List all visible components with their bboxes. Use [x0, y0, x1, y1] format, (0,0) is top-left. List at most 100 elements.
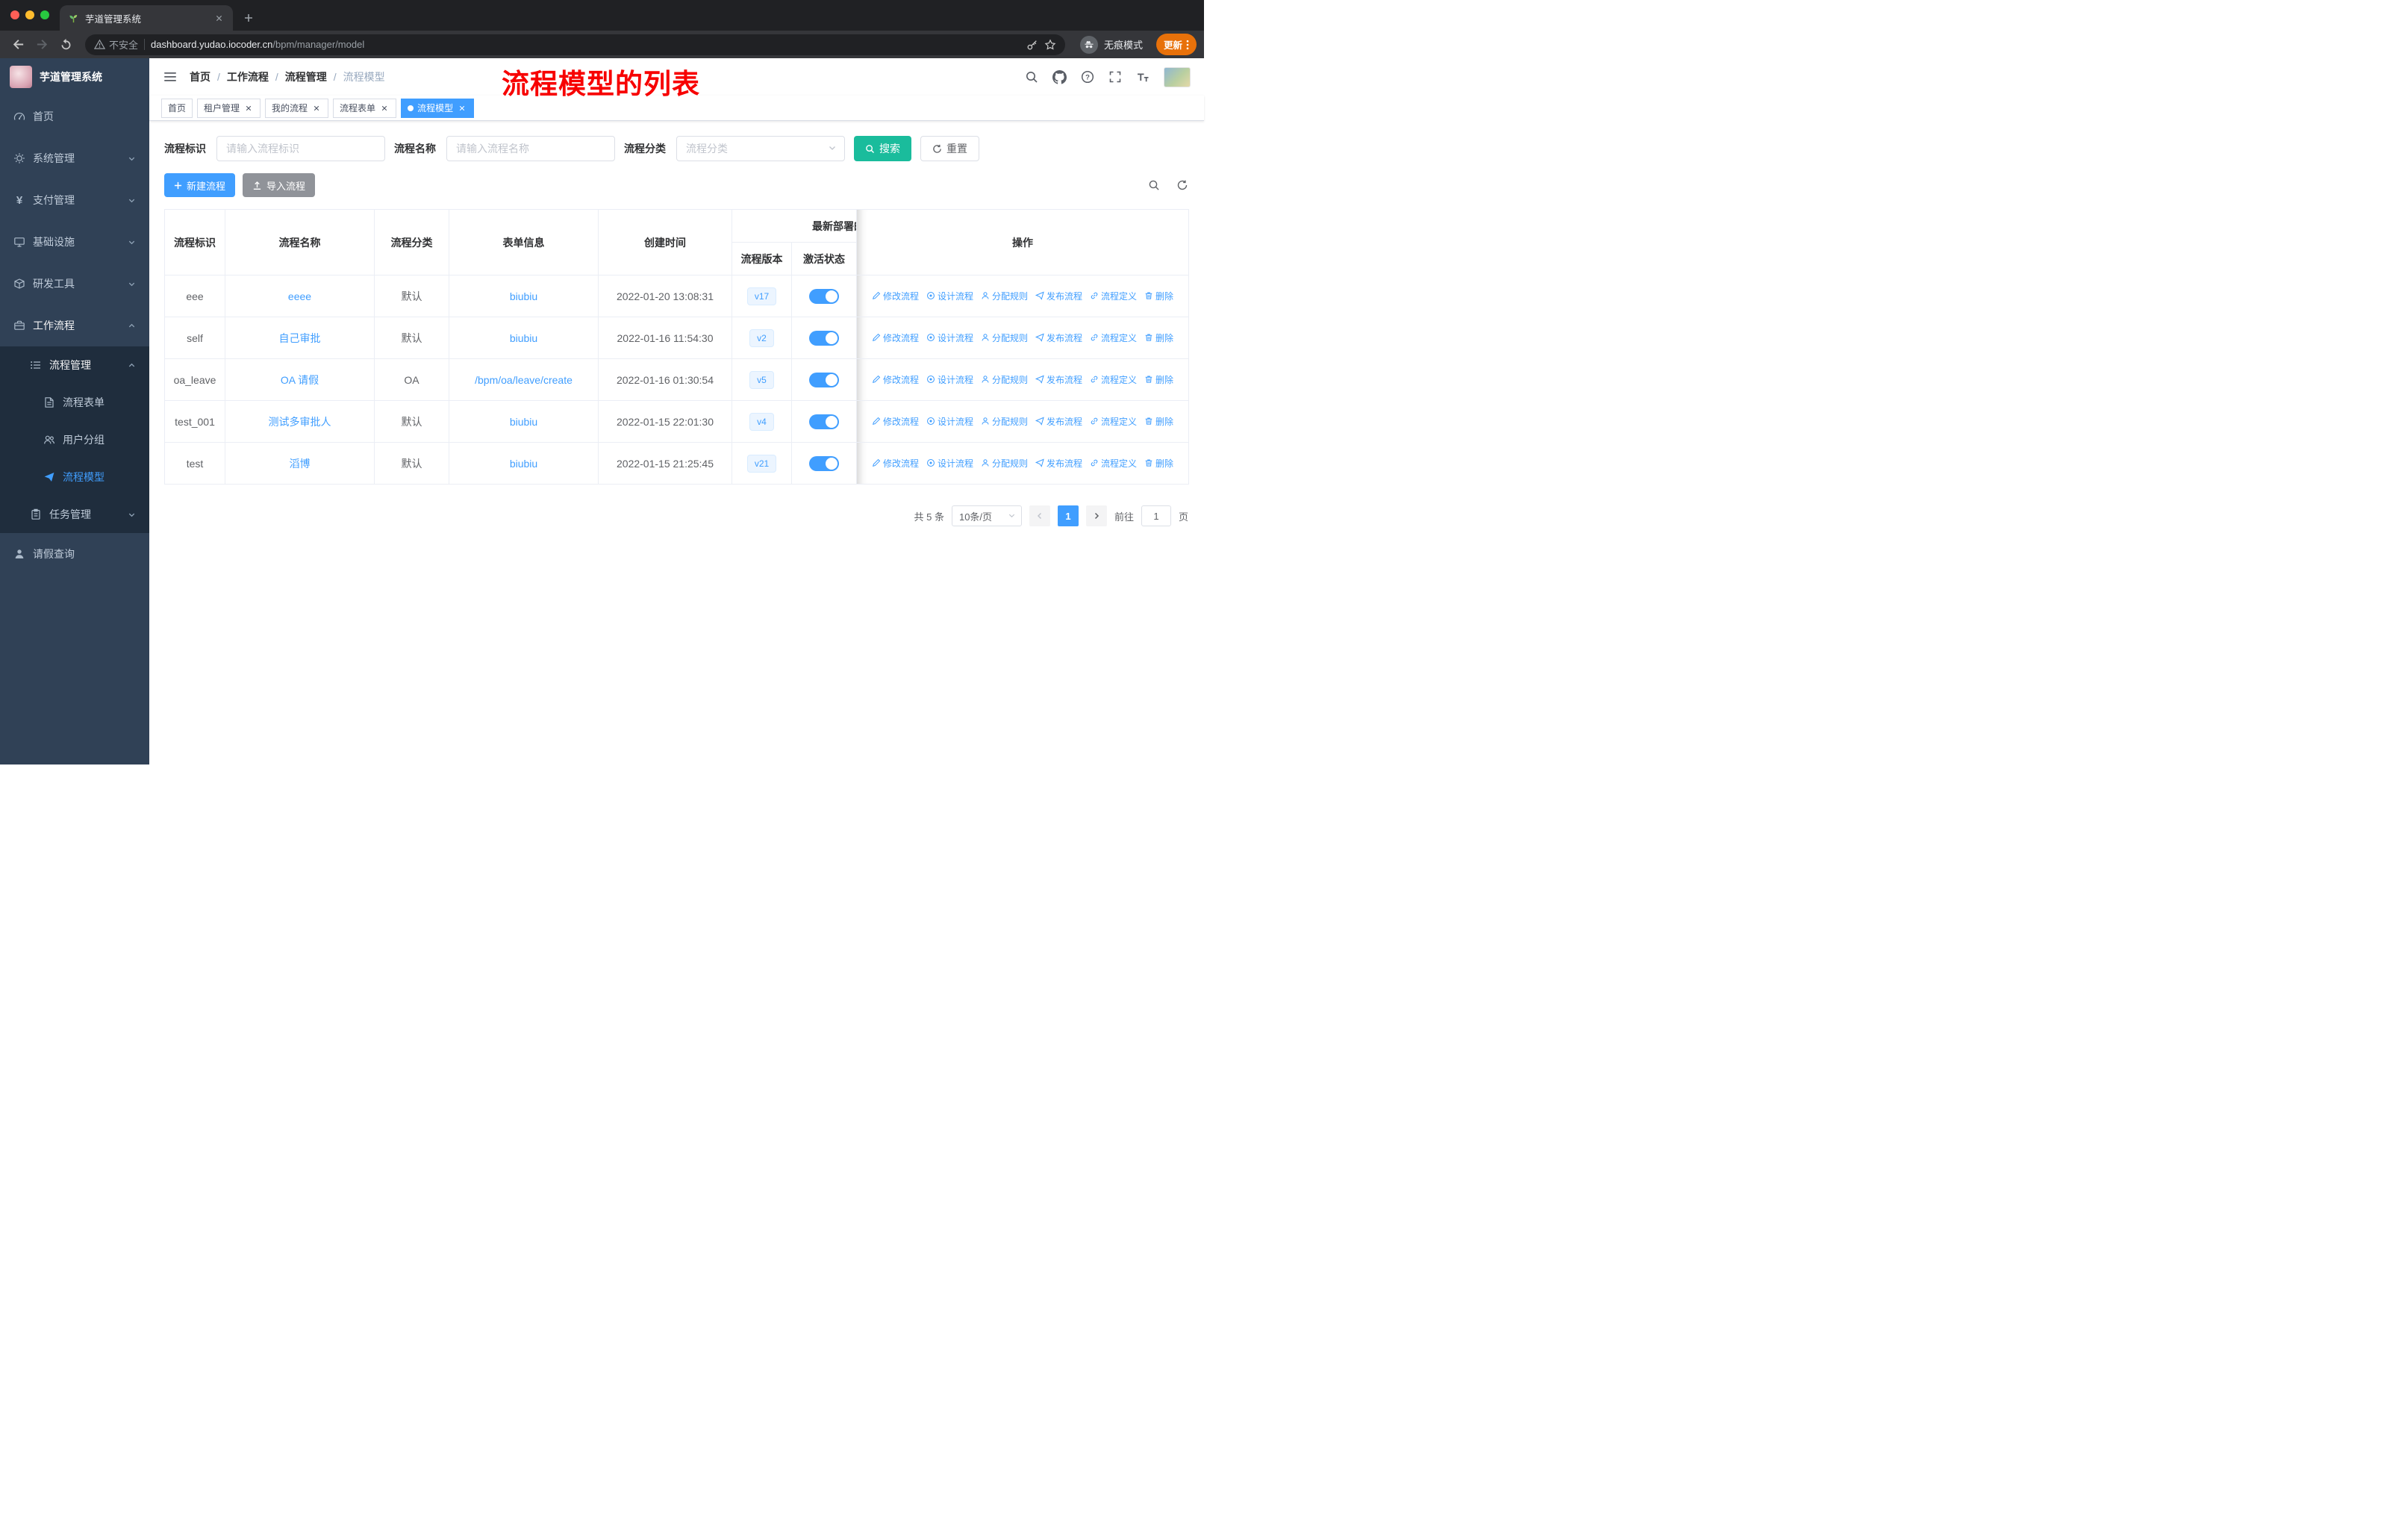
version-badge[interactable]: v5: [749, 370, 774, 389]
process-name-link[interactable]: eeee: [288, 290, 311, 302]
tag-my-processes[interactable]: 我的流程: [265, 98, 329, 118]
process-name-input[interactable]: [446, 136, 615, 161]
goto-page-input[interactable]: [1141, 505, 1171, 526]
page-number-button[interactable]: 1: [1057, 505, 1079, 526]
breadcrumb-workflow[interactable]: 工作流程: [227, 69, 269, 84]
publish-process-link[interactable]: 发布流程: [1035, 415, 1082, 428]
active-toggle[interactable]: [809, 372, 839, 387]
browser-update-button[interactable]: 更新: [1155, 34, 1197, 55]
back-icon[interactable]: [7, 34, 28, 55]
edit-process-link[interactable]: 修改流程: [872, 457, 919, 470]
assign-rule-link[interactable]: 分配规则: [981, 457, 1028, 470]
edit-process-link[interactable]: 修改流程: [872, 415, 919, 428]
form-link[interactable]: biubiu: [510, 416, 537, 428]
sidebar-item-process-forms[interactable]: 流程表单: [0, 384, 149, 421]
search-button[interactable]: 搜索: [854, 136, 911, 161]
breadcrumb-home[interactable]: 首页: [190, 69, 210, 84]
edit-process-link[interactable]: 修改流程: [872, 373, 919, 386]
tag-home[interactable]: 首页: [161, 98, 193, 118]
delete-link[interactable]: 删除: [1144, 290, 1173, 302]
publish-process-link[interactable]: 发布流程: [1035, 373, 1082, 386]
form-link[interactable]: /bpm/oa/leave/create: [475, 374, 573, 386]
github-icon[interactable]: [1052, 69, 1067, 84]
tab-close-icon[interactable]: [212, 11, 225, 25]
sidebar-item-user-groups[interactable]: 用户分组: [0, 421, 149, 458]
toggle-search-icon[interactable]: [1148, 179, 1160, 191]
avatar[interactable]: [1164, 66, 1191, 87]
process-id-input[interactable]: [216, 136, 385, 161]
password-key-icon[interactable]: [1026, 39, 1038, 51]
assign-rule-link[interactable]: 分配规则: [981, 290, 1028, 302]
next-page-button[interactable]: [1085, 505, 1107, 526]
security-warning[interactable]: 不安全: [94, 37, 138, 52]
sidebar-item-home[interactable]: 首页: [0, 96, 149, 137]
sidebar-item-payment[interactable]: ¥ 支付管理: [0, 179, 149, 221]
sidebar-item-infrastructure[interactable]: 基础设施: [0, 221, 149, 263]
process-name-link[interactable]: 测试多审批人: [269, 416, 331, 428]
sidebar-item-process-models[interactable]: 流程模型: [0, 458, 149, 496]
process-definition-link[interactable]: 流程定义: [1090, 457, 1137, 470]
page-size-select[interactable]: 10条/页: [951, 505, 1022, 526]
sidebar-item-devtools[interactable]: 研发工具: [0, 263, 149, 305]
publish-process-link[interactable]: 发布流程: [1035, 457, 1082, 470]
design-process-link[interactable]: 设计流程: [926, 290, 973, 302]
delete-link[interactable]: 删除: [1144, 457, 1173, 470]
active-toggle[interactable]: [809, 330, 839, 346]
tag-process-models[interactable]: 流程模型: [401, 98, 475, 118]
publish-process-link[interactable]: 发布流程: [1035, 331, 1082, 344]
address-bar[interactable]: 不安全 dashboard.yudao.iocoder.cn/bpm/manag…: [85, 34, 1065, 55]
sidebar-item-leave-query[interactable]: 请假查询: [0, 533, 149, 575]
close-icon[interactable]: [311, 103, 322, 113]
maximize-window-button[interactable]: [40, 10, 49, 19]
sidebar-item-task-management[interactable]: 任务管理: [0, 496, 149, 533]
refresh-table-icon[interactable]: [1176, 179, 1188, 191]
create-process-button[interactable]: 新建流程: [164, 173, 236, 197]
new-tab-button[interactable]: [242, 11, 255, 25]
browser-tab[interactable]: 芋道管理系统: [60, 5, 233, 31]
process-name-link[interactable]: 自己审批: [279, 332, 321, 344]
close-window-button[interactable]: [10, 10, 19, 19]
reset-button[interactable]: 重置: [920, 136, 979, 161]
delete-link[interactable]: 删除: [1144, 373, 1173, 386]
design-process-link[interactable]: 设计流程: [926, 415, 973, 428]
publish-process-link[interactable]: 发布流程: [1035, 290, 1082, 302]
prev-page-button[interactable]: [1029, 505, 1050, 526]
form-link[interactable]: biubiu: [510, 290, 537, 302]
font-size-icon[interactable]: [1136, 70, 1150, 84]
assign-rule-link[interactable]: 分配规则: [981, 415, 1028, 428]
sidebar-item-system[interactable]: 系统管理: [0, 137, 149, 179]
delete-link[interactable]: 删除: [1144, 415, 1173, 428]
help-icon[interactable]: ?: [1081, 70, 1094, 84]
edit-process-link[interactable]: 修改流程: [872, 290, 919, 302]
process-definition-link[interactable]: 流程定义: [1090, 373, 1137, 386]
close-icon[interactable]: [243, 103, 254, 113]
process-name-link[interactable]: OA 请假: [281, 374, 319, 386]
fullscreen-icon[interactable]: [1108, 70, 1122, 84]
sidebar-item-workflow[interactable]: 工作流程: [0, 305, 149, 346]
assign-rule-link[interactable]: 分配规则: [981, 331, 1028, 344]
design-process-link[interactable]: 设计流程: [926, 457, 973, 470]
delete-link[interactable]: 删除: [1144, 331, 1173, 344]
version-badge[interactable]: v17: [746, 287, 777, 305]
close-icon[interactable]: [457, 103, 467, 113]
design-process-link[interactable]: 设计流程: [926, 373, 973, 386]
breadcrumb-process-management[interactable]: 流程管理: [285, 69, 327, 84]
process-definition-link[interactable]: 流程定义: [1090, 331, 1137, 344]
search-icon[interactable]: [1025, 70, 1038, 84]
process-name-link[interactable]: 滔博: [290, 458, 311, 470]
tag-process-forms[interactable]: 流程表单: [333, 98, 397, 118]
forward-icon[interactable]: [31, 34, 52, 55]
bookmark-star-icon[interactable]: [1044, 39, 1056, 51]
active-toggle[interactable]: [809, 414, 839, 429]
incognito-profile-chip[interactable]: 无痕模式: [1074, 35, 1149, 54]
tag-tenant-management[interactable]: 租户管理: [197, 98, 261, 118]
edit-process-link[interactable]: 修改流程: [872, 331, 919, 344]
design-process-link[interactable]: 设计流程: [926, 331, 973, 344]
process-category-select[interactable]: 流程分类: [676, 136, 845, 161]
form-link[interactable]: biubiu: [510, 458, 537, 470]
minimize-window-button[interactable]: [25, 10, 34, 19]
version-badge[interactable]: v21: [746, 454, 777, 473]
active-toggle[interactable]: [809, 288, 839, 304]
hamburger-icon[interactable]: [163, 69, 178, 84]
process-definition-link[interactable]: 流程定义: [1090, 415, 1137, 428]
